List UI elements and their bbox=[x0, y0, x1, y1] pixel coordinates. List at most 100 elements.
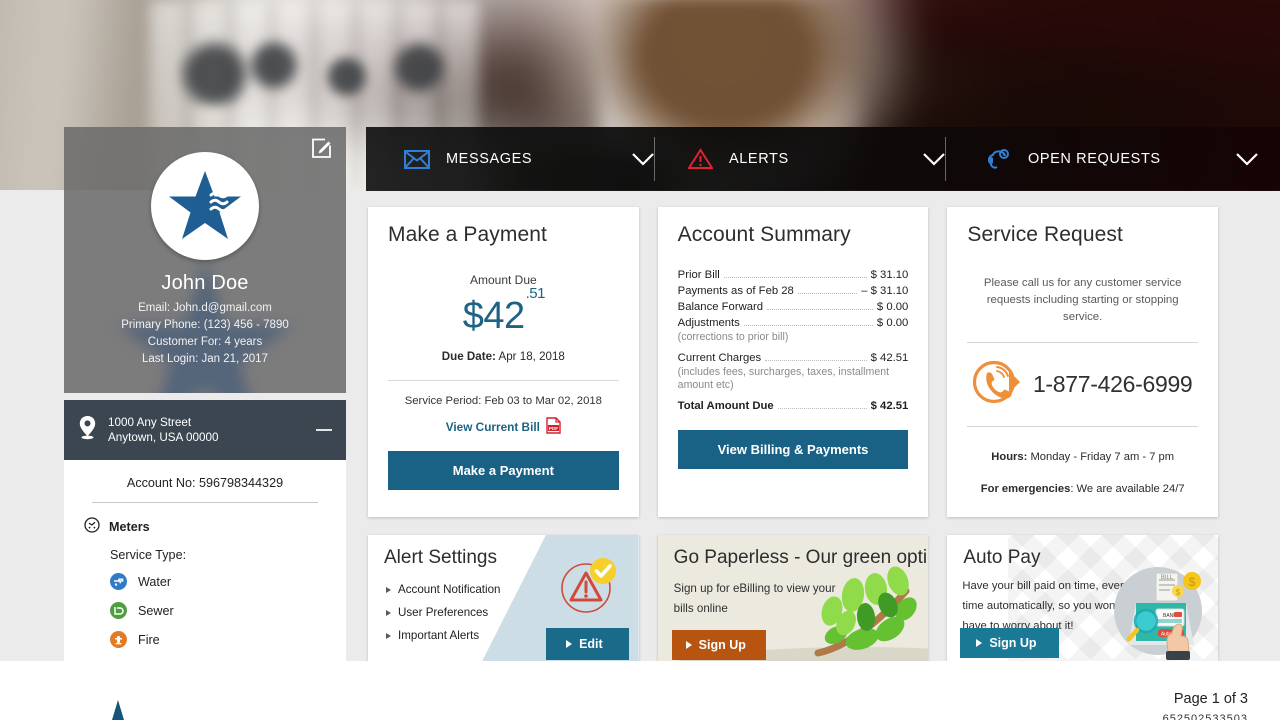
alert-edit-label: Edit bbox=[579, 637, 603, 651]
amount-due-label: Amount Due bbox=[469, 273, 537, 287]
make-payment-card: Make a Payment Amount Due $42.51 Due Dat… bbox=[368, 207, 639, 517]
autopay-signup-button[interactable]: Sign Up bbox=[960, 628, 1059, 658]
pdf-icon: PDF bbox=[546, 417, 561, 437]
summary-row-value: $ 0.00 bbox=[876, 301, 909, 313]
alert-edit-button[interactable]: Edit bbox=[546, 628, 629, 660]
service-period: Service Period: Feb 03 to Mar 02, 2018 bbox=[404, 395, 602, 407]
service-phone-number: 1-877-426-6999 bbox=[1032, 371, 1193, 397]
address-line2: Anytown, USA 00000 bbox=[108, 431, 219, 444]
document-number: 652502533503 bbox=[1162, 713, 1248, 720]
summary-total-value: $ 42.51 bbox=[870, 400, 909, 412]
meter-gauge-icon bbox=[84, 517, 100, 536]
dashboard-cards: Make a Payment Amount Due $42.51 Due Dat… bbox=[368, 207, 1219, 661]
address-text: 1000 Any Street Anytown, USA 00000 bbox=[108, 415, 316, 445]
auto-pay-card: Auto Pay Have your bill paid on time, ev… bbox=[947, 535, 1219, 661]
service-row-sewer[interactable]: Sewer bbox=[110, 602, 326, 619]
service-emergency-label: For emergencies bbox=[980, 483, 1071, 495]
summary-row: Current Charges $ 42.51 bbox=[678, 352, 909, 364]
collapse-icon[interactable] bbox=[316, 429, 332, 431]
make-payment-button[interactable]: Make a Payment bbox=[388, 451, 619, 490]
summary-total-label: Total Amount Due bbox=[677, 400, 774, 412]
go-paperless-card: Go Paperless - Our green option Sign up … bbox=[657, 535, 929, 661]
document-footer: Page 1 of 3 652502533503 bbox=[0, 661, 1280, 720]
summary-row-value: $ 0.00 bbox=[876, 317, 909, 329]
leader-dots bbox=[777, 401, 867, 409]
summary-row: Balance Forward $ 0.00 bbox=[678, 301, 909, 313]
summary-total-row: Total Amount Due $ 42.51 bbox=[678, 400, 909, 412]
cards-row-bottom: Alert Settings Account Notification User… bbox=[368, 535, 1219, 661]
alert-check-icon bbox=[559, 557, 617, 615]
account-panel: Account No: 596798344329 Meters Service … bbox=[64, 460, 346, 661]
chevron-down-icon[interactable] bbox=[1218, 152, 1258, 166]
hero-decor-shapes bbox=[175, 36, 505, 106]
nav-item-alerts[interactable]: ALERTS bbox=[655, 127, 945, 191]
leader-dots bbox=[765, 353, 867, 361]
alert-settings-title: Alert Settings bbox=[384, 547, 497, 568]
svg-text:$: $ bbox=[1176, 588, 1181, 597]
water-tap-icon bbox=[110, 573, 127, 590]
chevron-down-icon[interactable] bbox=[905, 152, 945, 166]
customer-portal-page: MESSAGES ALERTS OPEN REQUESTS ★ John Doe… bbox=[0, 0, 1280, 661]
alert-settings-list: Account Notification User Preferences Im… bbox=[386, 583, 500, 652]
summary-row-label: Prior Bill bbox=[677, 269, 720, 281]
profile-email: Email: John.d@gmail.com bbox=[138, 302, 272, 314]
summary-row-note: (includes fees, surcharges, taxes, insta… bbox=[677, 366, 890, 391]
summary-row: Adjustments $ 0.00 bbox=[678, 317, 909, 329]
warning-triangle-icon bbox=[683, 148, 717, 170]
service-request-title: Service Request bbox=[967, 223, 1123, 246]
card-divider bbox=[388, 380, 619, 381]
play-arrow-icon bbox=[976, 639, 983, 647]
profile-last-login: Last Login: Jan 21, 2017 bbox=[142, 353, 268, 365]
footer-marker-icon bbox=[112, 700, 124, 720]
alert-item-account-notification[interactable]: Account Notification bbox=[386, 583, 500, 596]
summary-row-label: Balance Forward bbox=[677, 301, 764, 313]
summary-row-label: Current Charges bbox=[677, 352, 762, 364]
bullet-arrow-icon bbox=[386, 609, 391, 616]
service-type-label: Service Type: bbox=[110, 548, 187, 562]
summary-row-label: Adjustments bbox=[677, 317, 740, 329]
amount-due-value: $42.51 bbox=[388, 285, 619, 338]
view-current-bill-link[interactable]: View Current Bill PDF bbox=[388, 417, 619, 437]
service-row-fire[interactable]: Fire bbox=[110, 631, 326, 648]
address-line1: 1000 Any Street bbox=[108, 416, 192, 429]
account-summary-title: Account Summary bbox=[677, 223, 851, 246]
summary-row: Prior Bill $ 31.10 bbox=[678, 269, 909, 281]
nav-item-open-requests[interactable]: OPEN REQUESTS bbox=[946, 127, 1280, 191]
avatar bbox=[151, 152, 259, 260]
service-row-water[interactable]: Water bbox=[110, 573, 326, 590]
alert-item-important-alerts[interactable]: Important Alerts bbox=[386, 629, 500, 642]
play-arrow-icon bbox=[566, 640, 573, 648]
profile-name: John Doe bbox=[161, 272, 249, 294]
edit-pencil-icon[interactable] bbox=[311, 138, 332, 159]
nav-label-alerts: ALERTS bbox=[729, 151, 789, 167]
account-summary-card: Account Summary Prior Bill $ 31.10 Payme… bbox=[657, 207, 929, 517]
chevron-down-icon[interactable] bbox=[614, 152, 654, 166]
autopay-signup-label: Sign Up bbox=[989, 636, 1037, 650]
svg-text:PDF: PDF bbox=[549, 426, 558, 431]
amount-dollars: $42 bbox=[462, 295, 525, 337]
make-payment-title: Make a Payment bbox=[388, 223, 547, 246]
bullet-arrow-icon bbox=[386, 632, 391, 639]
service-request-phone-row[interactable]: 1-877-426-6999 bbox=[967, 359, 1198, 410]
paperless-signup-button[interactable]: Sign Up bbox=[671, 630, 766, 660]
profile-details: Email: John.d@gmail.com Primary Phone: (… bbox=[64, 300, 346, 368]
svg-text:$: $ bbox=[1189, 575, 1196, 589]
nav-label-open-requests: OPEN REQUESTS bbox=[1028, 151, 1161, 167]
paperless-signup-label: Sign Up bbox=[698, 638, 746, 652]
address-header[interactable]: 1000 Any Street Anytown, USA 00000 bbox=[64, 400, 346, 460]
due-date-row: Due Date: Apr 18, 2018 bbox=[388, 350, 619, 363]
summary-row-value: – $ 31.10 bbox=[861, 285, 909, 297]
svg-text:BILL: BILL bbox=[1161, 575, 1174, 581]
summary-row-value: $ 42.51 bbox=[870, 352, 909, 364]
utility-nav-bar: MESSAGES ALERTS OPEN REQUESTS bbox=[366, 127, 1280, 191]
green-leaves-icon bbox=[806, 561, 922, 661]
alert-item-user-preferences[interactable]: User Preferences bbox=[386, 606, 500, 619]
service-request-description: Please call us for any customer service … bbox=[983, 277, 1182, 323]
service-request-divider-top bbox=[967, 342, 1199, 343]
due-date-label: Due Date: bbox=[441, 350, 496, 363]
alert-item-label: Important Alerts bbox=[398, 629, 480, 642]
view-billing-payments-button[interactable]: View Billing & Payments bbox=[677, 430, 909, 469]
leader-dots bbox=[743, 318, 873, 326]
nav-item-messages[interactable]: MESSAGES bbox=[366, 127, 654, 191]
autopay-laptop-icon: BILL $ $ BANK Auto Pay bbox=[1106, 559, 1210, 661]
